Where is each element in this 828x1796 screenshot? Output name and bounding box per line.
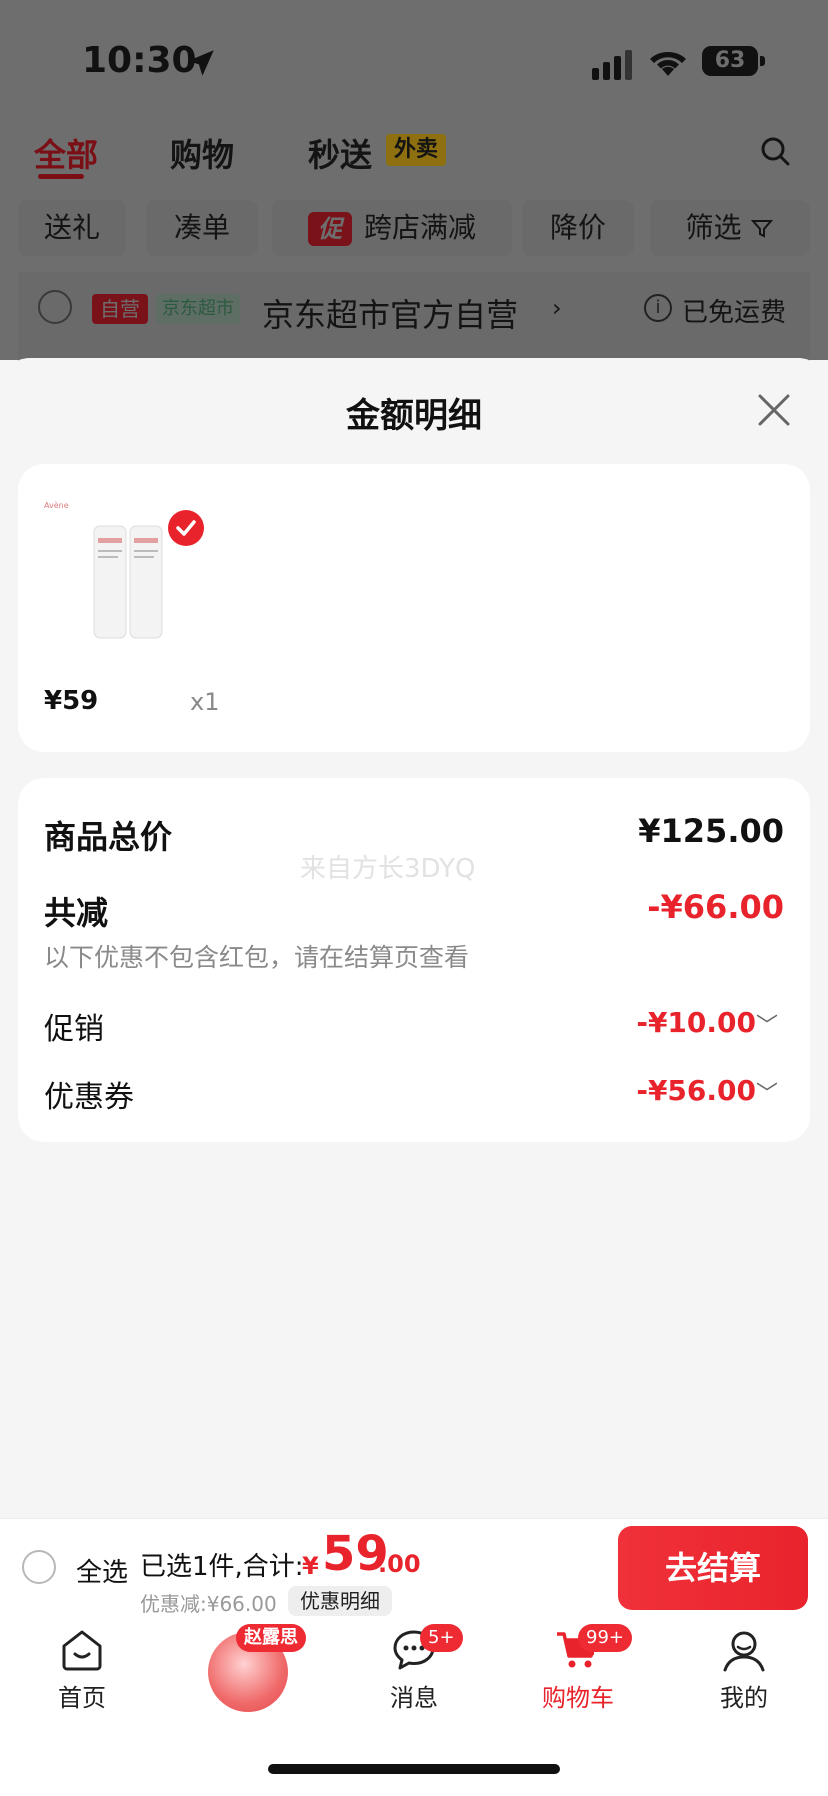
jd-supermarket-tag: 京东超市 [156,294,240,324]
store-name[interactable]: 京东超市官方自营 [262,290,518,336]
item-price: ¥59 [44,686,99,716]
wifi-icon [650,51,686,76]
tab-all[interactable]: 全部 [34,130,98,176]
promotion-label: 促销 [44,1012,104,1047]
total-reduction-value: -¥66.00 [647,888,784,926]
filter-chip-label: 跨店满减 [363,211,476,244]
tab-active-indicator [38,174,84,179]
close-icon[interactable] [756,392,792,428]
tab-shopping[interactable]: 购物 [170,130,234,176]
home-indicator [268,1764,560,1774]
total-price-value: ¥125.00 [638,812,784,850]
filter-chip-filter[interactable]: 筛选 [650,200,810,256]
chevron-down-icon[interactable]: ﹀ [756,1076,778,1108]
filter-chip-cross-store[interactable]: 促跨店满减 [272,200,512,256]
battery-icon: 63 [702,46,758,76]
coupon-label: 优惠券 [44,1080,134,1115]
nav-profile-label: 我的 [720,1684,768,1712]
free-shipping-label: 已免运费 [682,298,787,328]
nav-home[interactable]: 首页 [22,1628,142,1713]
location-arrow-icon [188,50,214,76]
cellular-signal-icon [592,50,632,80]
battery-tip [760,56,765,66]
watermark-text: 来自方长3DYQ [300,854,476,884]
item-quantity: x1 [190,688,220,716]
total-price-label: 商品总价 [44,818,173,856]
filter-chip-bundle[interactable]: 凑单 [146,200,258,256]
store-select-radio[interactable] [38,290,72,324]
takeout-badge: 外卖 [386,134,446,166]
discount-detail-button[interactable]: 优惠明细 [288,1586,392,1616]
chevron-right-icon: › [552,294,562,322]
filter-chip-label: 筛选 [685,211,742,244]
messages-count-badge: 5+ [420,1624,463,1652]
select-all-label[interactable]: 全选 [76,1552,128,1589]
nav-profile[interactable]: 我的 [684,1628,804,1713]
selected-count-label: 已选1件,合计: [140,1552,304,1582]
promo-tag-icon: 促 [307,212,352,246]
total-reduction-label: 共减 [44,894,109,932]
home-icon [62,1630,102,1671]
currency-symbol: ¥ [302,1552,319,1580]
select-all-radio[interactable] [22,1550,56,1584]
sheet-title: 金额明细 [346,396,482,436]
coupon-value[interactable]: -¥56.00 [636,1074,756,1107]
promo-badge: 赵露思 [236,1624,306,1652]
selected-check-icon[interactable] [168,510,204,546]
tab-instant-delivery[interactable]: 秒送 [308,130,372,176]
status-time: 10:30 [82,40,197,81]
self-operated-tag: 自营 [92,294,148,324]
info-icon[interactable]: i [644,294,672,322]
discount-note: 以下优惠不包含红包，请在结算页查看 [44,943,470,972]
nav-home-label: 首页 [58,1684,106,1712]
user-icon [723,1631,765,1672]
funnel-icon [751,220,774,238]
chevron-down-icon[interactable]: ﹀ [756,1008,778,1040]
discount-amount: 优惠减:¥66.00 [140,1592,277,1616]
promotion-value[interactable]: -¥10.00 [636,1006,756,1039]
total-decimal: .00 [378,1550,421,1578]
filter-chip-price-drop[interactable]: 降价 [522,200,634,256]
nav-messages-label: 消息 [390,1684,438,1712]
nav-cart-label: 购物车 [542,1684,614,1712]
search-icon[interactable] [760,136,790,166]
svg-text:Avène: Avène [44,500,69,510]
cart-count-badge: 99+ [578,1624,632,1652]
checkout-button[interactable]: 去结算 [618,1526,808,1610]
filter-chip-gift[interactable]: 送礼 [18,200,126,256]
